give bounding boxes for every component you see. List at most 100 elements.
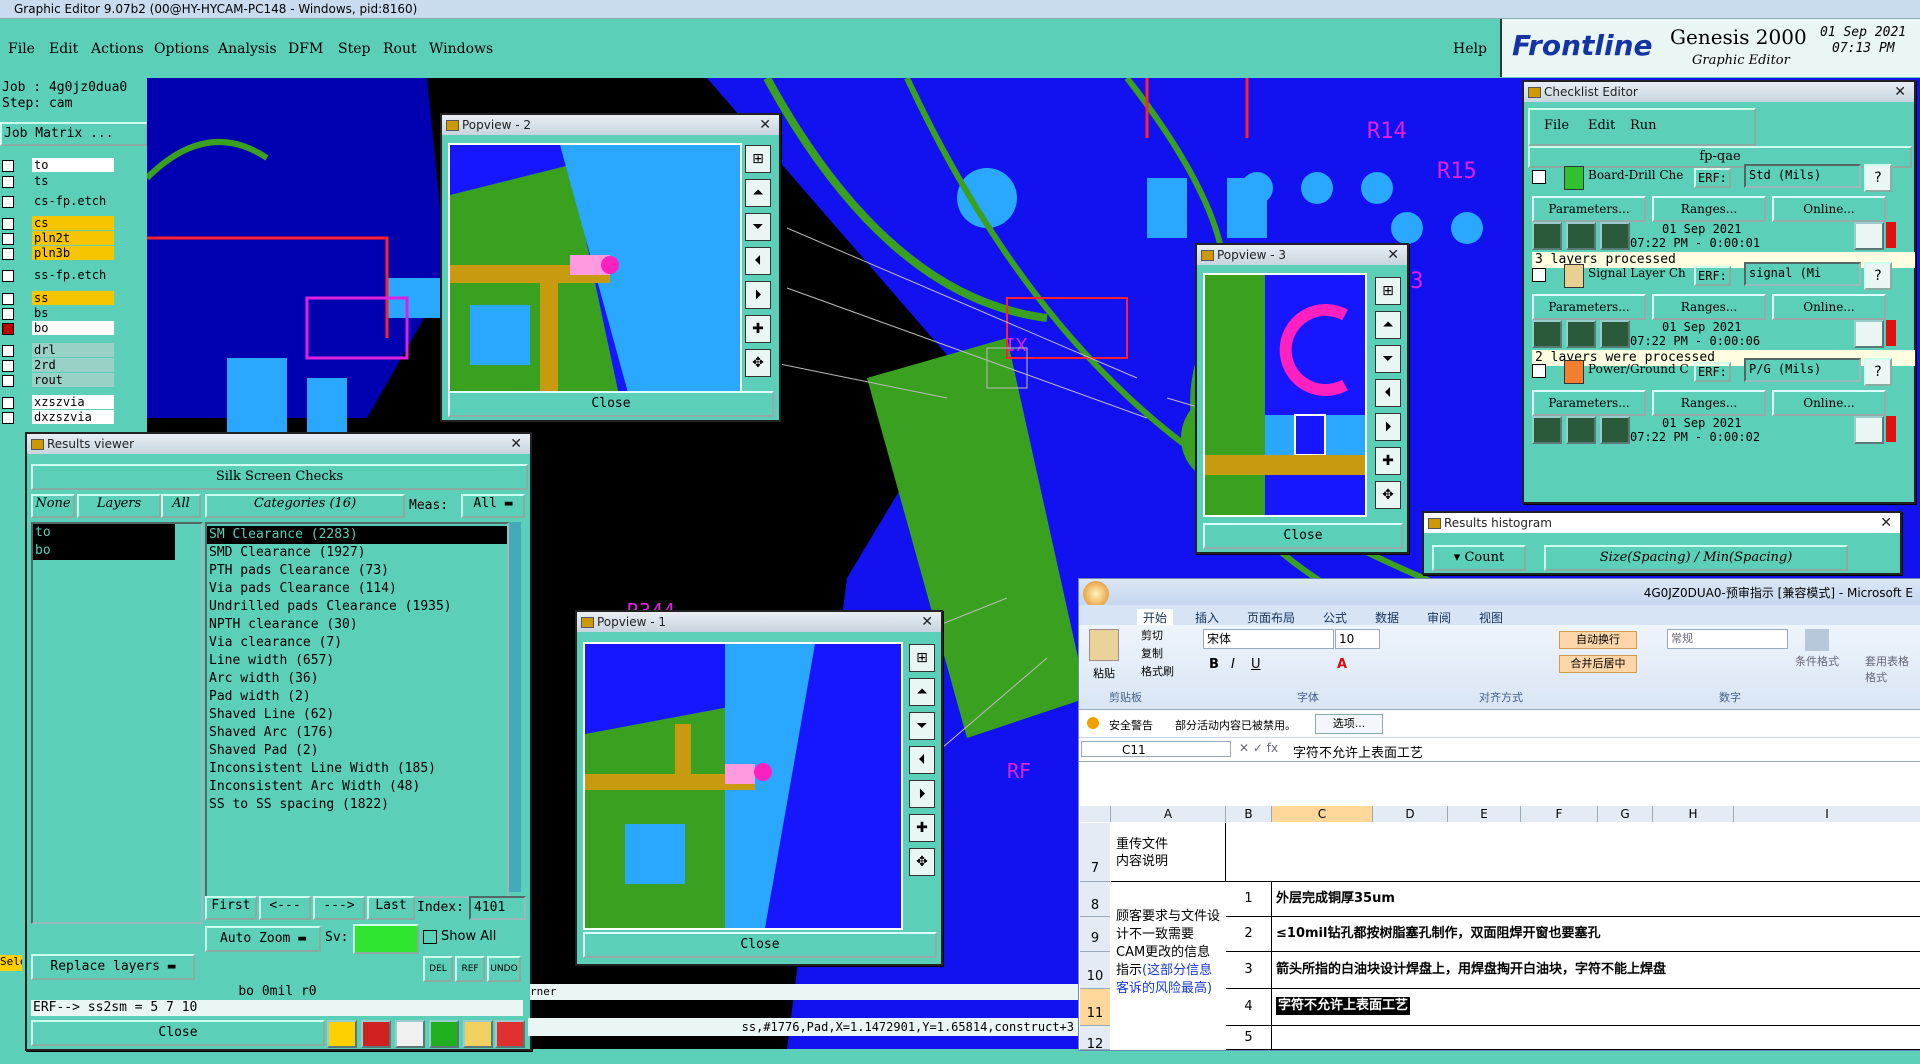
layer-checkbox[interactable] — [2, 308, 14, 320]
conditional-format-label[interactable]: 条件格式 — [1795, 653, 1839, 669]
menu-actions[interactable]: Actions — [91, 41, 144, 57]
layer-row[interactable]: xzszvia — [0, 395, 147, 410]
all-button[interactable]: All — [161, 494, 201, 518]
close-icon[interactable]: ✕ — [759, 115, 771, 135]
column-header[interactable]: I — [1734, 806, 1920, 822]
layer-checkbox[interactable] — [2, 293, 14, 305]
row-number-cell[interactable]: 4 — [1226, 989, 1272, 1025]
report-icon[interactable] — [463, 1020, 493, 1048]
row-header[interactable]: 11 — [1080, 989, 1110, 1026]
layer-name[interactable]: cs — [32, 216, 114, 230]
row-header[interactable]: 8 — [1080, 882, 1110, 917]
layer-checkbox[interactable] — [2, 375, 14, 387]
zoom-out-icon[interactable]: ✥ — [909, 848, 935, 876]
check-item-checkbox[interactable] — [1532, 268, 1546, 282]
layer-checkbox[interactable] — [2, 360, 14, 372]
paste-label[interactable]: 粘贴 — [1093, 665, 1115, 681]
layer-name[interactable]: drl — [32, 343, 114, 357]
pan-left-icon[interactable]: ⏴ — [909, 746, 935, 774]
zoom-out-icon[interactable]: ✥ — [745, 349, 771, 377]
close-icon[interactable]: ✕ — [1880, 513, 1892, 533]
menu-step[interactable]: Step — [338, 41, 370, 57]
layer-name[interactable]: ss — [32, 291, 114, 305]
underline-icon[interactable]: U — [1251, 657, 1261, 672]
layer-checkbox[interactable] — [2, 176, 14, 188]
conditional-format-icon[interactable] — [1805, 629, 1829, 651]
column-header[interactable]: F — [1521, 806, 1598, 822]
replace-layers-select[interactable]: Replace layers ▬ — [31, 954, 195, 980]
layer-name[interactable]: ts — [32, 174, 114, 188]
layer-checkbox[interactable] — [2, 397, 14, 409]
check-item-checkbox[interactable] — [1532, 364, 1546, 378]
online-button[interactable]: Online... — [1772, 294, 1886, 320]
bold-icon[interactable]: B — [1209, 657, 1219, 672]
checklist-menu-run[interactable]: Run — [1630, 118, 1657, 133]
category-item[interactable]: Undrilled pads Clearance (1935) — [207, 598, 507, 616]
layers-button[interactable]: Layers — [77, 494, 161, 518]
pan-up-icon[interactable]: ⏶ — [909, 678, 935, 706]
tab-page-layout[interactable]: 页面布局 — [1247, 609, 1295, 626]
checklist-menu-file[interactable]: File — [1544, 118, 1569, 133]
category-item[interactable]: Pad width (2) — [207, 688, 507, 706]
layer-checkbox[interactable] — [2, 196, 14, 208]
prev-button[interactable]: <--- — [259, 896, 311, 920]
layer-row[interactable]: bs — [0, 306, 147, 321]
popview-3-canvas[interactable] — [1203, 273, 1367, 517]
next-button[interactable]: ---> — [313, 896, 365, 920]
results-close-button[interactable]: Close — [31, 1020, 325, 1046]
instruction-cell[interactable]: 箭头所指的白油块设计焊盘上，用焊盘掏开白油块，字符不能上焊盘 — [1276, 952, 1666, 988]
menu-help[interactable]: Help — [1453, 41, 1487, 57]
layer-checkbox[interactable] — [2, 218, 14, 230]
layer-list-item[interactable]: bo — [33, 542, 175, 560]
layer-checkbox[interactable] — [2, 233, 14, 245]
corner-header[interactable] — [1080, 806, 1111, 822]
zoom-icon[interactable] — [1854, 320, 1884, 348]
row-header[interactable]: 9 — [1080, 917, 1110, 952]
color-icon[interactable] — [327, 1020, 357, 1048]
stop-icon[interactable] — [1600, 416, 1630, 444]
popview-2-canvas[interactable] — [448, 143, 742, 402]
tab-review[interactable]: 审阅 — [1427, 609, 1451, 626]
layer-checkbox[interactable] — [2, 345, 14, 357]
menu-file[interactable]: File — [8, 41, 35, 57]
layer-checkbox[interactable] — [2, 412, 14, 424]
layer-row[interactable]: ss — [0, 291, 147, 306]
category-item[interactable]: SMD Clearance (1927) — [207, 544, 507, 562]
layer-row[interactable]: 2rd — [0, 358, 147, 373]
layer-row[interactable]: pln2t — [0, 231, 147, 246]
column-header[interactable]: E — [1448, 806, 1521, 822]
erf-input[interactable]: signal (Mi — [1744, 262, 1861, 286]
layer-row[interactable]: ts — [0, 174, 147, 189]
layer-name[interactable]: cs-fp.etch — [32, 194, 114, 208]
tab-insert[interactable]: 插入 — [1195, 609, 1219, 626]
layer-row[interactable]: dxzszvia — [0, 410, 147, 425]
stop-icon[interactable] — [1600, 320, 1630, 348]
zoom-fit-icon[interactable]: ⊞ — [745, 145, 771, 173]
layer-row[interactable]: bo — [0, 321, 147, 336]
popview-1-canvas[interactable] — [583, 642, 903, 930]
show-all-checkbox[interactable] — [423, 930, 437, 944]
pan-up-icon[interactable]: ⏶ — [745, 179, 771, 207]
layer-checkbox[interactable] — [2, 248, 14, 260]
merge-center-button[interactable]: 合并后居中 — [1559, 655, 1637, 673]
layer-row[interactable]: cs — [0, 216, 147, 231]
layer-row[interactable]: rout — [0, 373, 147, 388]
category-item[interactable]: SM Clearance (2283) — [207, 526, 507, 544]
security-options-button[interactable]: 选项... — [1315, 714, 1383, 734]
column-header[interactable]: B — [1226, 806, 1272, 822]
ranges-button[interactable]: Ranges... — [1652, 390, 1766, 416]
layer-checkbox[interactable] — [2, 323, 14, 335]
zoom-in-icon[interactable]: ✚ — [909, 814, 935, 842]
layer-icon[interactable] — [429, 1020, 459, 1048]
histogram-axis-select[interactable]: Size(Spacing) / Min(Spacing) — [1544, 545, 1848, 571]
pan-right-icon[interactable]: ⏵ — [745, 281, 771, 309]
layer-row[interactable]: to — [0, 158, 147, 173]
layer-name[interactable]: xzszvia — [32, 395, 114, 409]
erf-input[interactable]: P/G (Mils) — [1744, 358, 1861, 382]
menu-rout[interactable]: Rout — [383, 41, 417, 57]
popview-1-close-button[interactable]: Close — [583, 932, 937, 958]
category-item[interactable]: PTH pads Clearance (73) — [207, 562, 507, 580]
layer-row[interactable]: ss-fp.etch — [0, 268, 147, 283]
row-header[interactable]: 12 — [1080, 1026, 1110, 1052]
zoom-in-icon[interactable]: ✚ — [745, 315, 771, 343]
